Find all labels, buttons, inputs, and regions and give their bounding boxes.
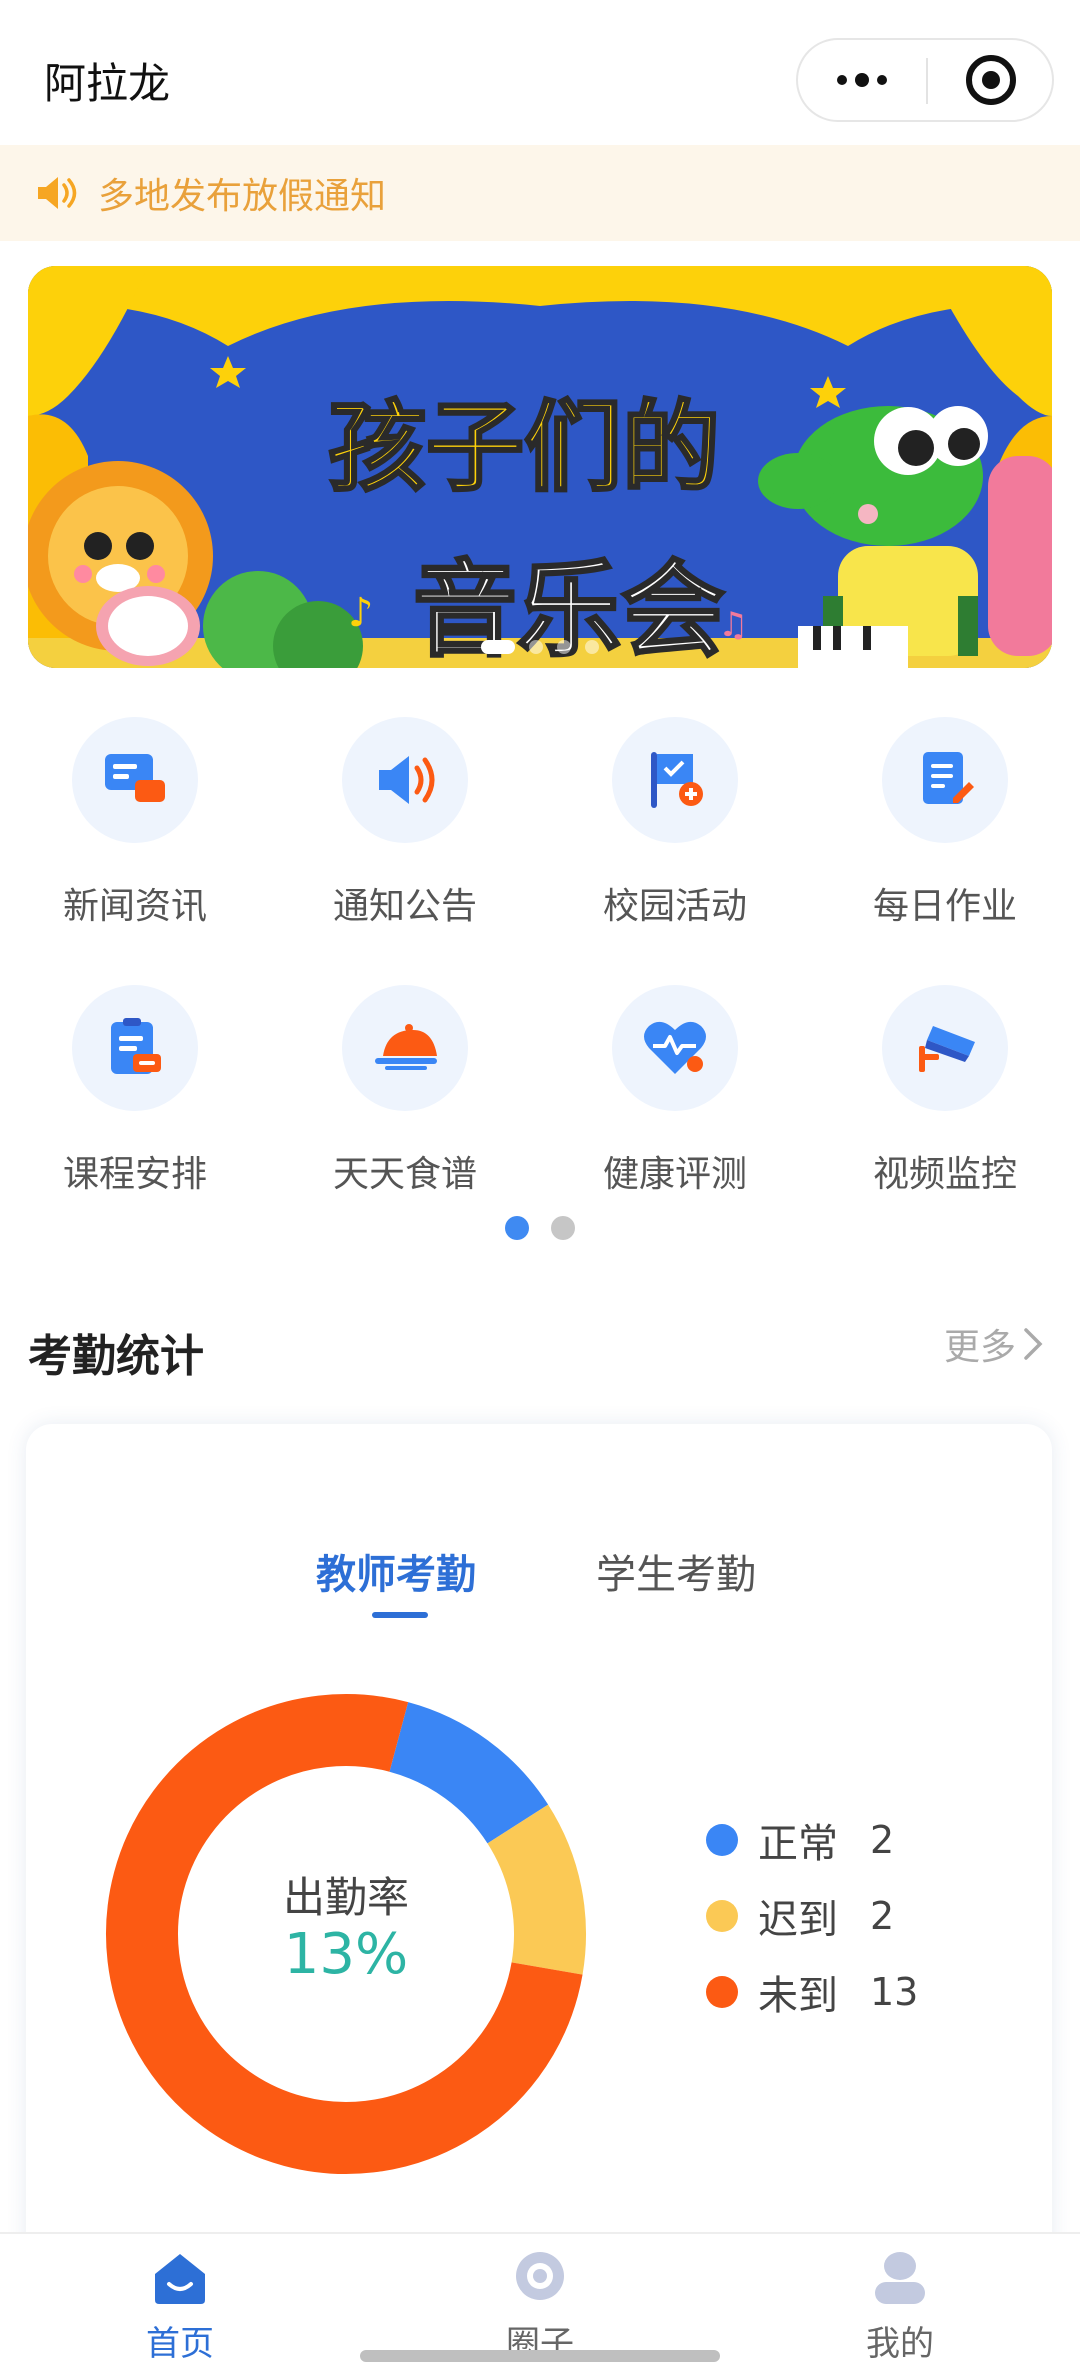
- grid-item-schedule[interactable]: 课程安排: [0, 973, 270, 1223]
- legend-dot: [706, 1976, 738, 2008]
- legend-name: 未到: [758, 1973, 838, 2019]
- banner-title-line1: 孩子们的: [328, 391, 720, 505]
- legend-item-absent: 未到 13: [706, 1954, 918, 2030]
- speaker-icon: [38, 177, 77, 209]
- legend-value: 2: [870, 1894, 895, 1938]
- capsule-divider: [926, 58, 928, 104]
- banner-pagination: [28, 640, 1052, 654]
- grid-item-recipes[interactable]: 天天食谱: [270, 973, 540, 1223]
- schedule-clipboard-icon: [72, 985, 198, 1111]
- banner-dot[interactable]: [585, 640, 599, 654]
- profile-icon: [875, 2252, 925, 2304]
- miniprogram-capsule: [796, 38, 1054, 122]
- active-tab-indicator: [372, 1612, 428, 1618]
- grid-item-label: 每日作业: [872, 886, 1017, 927]
- grid-page-dot[interactable]: [505, 1216, 529, 1240]
- home-indicator: [360, 2350, 720, 2362]
- banner-dot[interactable]: [557, 640, 571, 654]
- tab-label: 首页: [146, 2324, 214, 2364]
- grid-item-label: 通知公告: [332, 886, 477, 927]
- legend-dot: [706, 1900, 738, 1932]
- banner-image: ♪ ♫ 孩子们的 音乐会: [28, 266, 1052, 668]
- grid-item-label: 健康评测: [602, 1154, 747, 1195]
- legend-item-late: 迟到 2: [706, 1878, 918, 1954]
- grid-item-label: 新闻资讯: [62, 886, 207, 927]
- heart-pulse-icon: [612, 985, 738, 1111]
- flag-icon: [612, 717, 738, 843]
- notice-bar[interactable]: 多地发布放假通知: [0, 145, 1080, 241]
- news-chat-icon: [72, 717, 198, 843]
- dot-icon: [877, 75, 887, 85]
- more-options-button[interactable]: [798, 40, 926, 120]
- dot-icon: [837, 75, 847, 85]
- tab-circle[interactable]: 圈子: [440, 2246, 640, 2365]
- attendance-section-title: 考勤统计: [28, 1331, 204, 1382]
- more-label: 更多: [943, 1327, 1016, 1368]
- legend-value: 13: [870, 1970, 919, 2014]
- grid-item-homework[interactable]: 每日作业: [810, 705, 1080, 955]
- grid-page-dot[interactable]: [551, 1216, 575, 1240]
- grid-item-health[interactable]: 健康评测: [540, 973, 810, 1223]
- attendance-rate-value: 13%: [283, 1922, 409, 1987]
- tab-home[interactable]: 首页: [80, 2246, 280, 2365]
- dot-icon: [855, 73, 869, 87]
- close-miniprogram-icon[interactable]: [966, 55, 1016, 105]
- grid-item-label: 课程安排: [62, 1154, 207, 1195]
- grid-item-video[interactable]: 视频监控: [810, 973, 1080, 1223]
- homework-edit-icon: [882, 717, 1008, 843]
- megaphone-icon: [342, 717, 468, 843]
- legend-name: 正常: [758, 1821, 838, 1867]
- grid-pagination: [0, 1216, 1080, 1240]
- home-icon: [155, 2254, 205, 2304]
- grid-item-notice[interactable]: 通知公告: [270, 705, 540, 955]
- svg-text:♪: ♪: [348, 590, 374, 636]
- grid-item-activity[interactable]: 校园活动: [540, 705, 810, 955]
- tab-label: 我的: [866, 2324, 934, 2364]
- legend-value: 2: [870, 1818, 895, 1862]
- chart-legend: 正常 2 迟到 2 未到 13: [706, 1802, 918, 2030]
- grid-item-label: 校园活动: [602, 886, 747, 927]
- notice-text: 多地发布放假通知: [98, 176, 387, 217]
- grid-item-label: 视频监控: [872, 1154, 1017, 1195]
- circle-icon: [516, 2252, 564, 2300]
- app-title: 阿拉龙: [44, 59, 171, 108]
- grid-item-news[interactable]: 新闻资讯: [0, 705, 270, 955]
- grid-item-label: 天天食谱: [332, 1154, 477, 1195]
- food-dome-icon: [342, 985, 468, 1111]
- banner-dot[interactable]: [529, 640, 543, 654]
- attendance-rate-label: 出勤率: [282, 1873, 409, 1922]
- banner-carousel[interactable]: ♪ ♫ 孩子们的 音乐会: [28, 266, 1052, 668]
- more-link[interactable]: 更多: [944, 1318, 1044, 1370]
- banner-dot[interactable]: [481, 640, 515, 654]
- cctv-camera-icon: [882, 985, 1008, 1111]
- tab-mine[interactable]: 我的: [800, 2246, 1000, 2365]
- chevron-right-icon: [1024, 1328, 1043, 1360]
- legend-dot: [706, 1824, 738, 1856]
- title-bar: 阿拉龙: [0, 0, 1080, 145]
- tab-student-attendance[interactable]: 学生考勤: [596, 1542, 756, 1600]
- legend-item-normal: 正常 2: [706, 1802, 918, 1878]
- tab-teacher-attendance[interactable]: 教师考勤: [316, 1542, 476, 1600]
- legend-name: 迟到: [758, 1897, 838, 1943]
